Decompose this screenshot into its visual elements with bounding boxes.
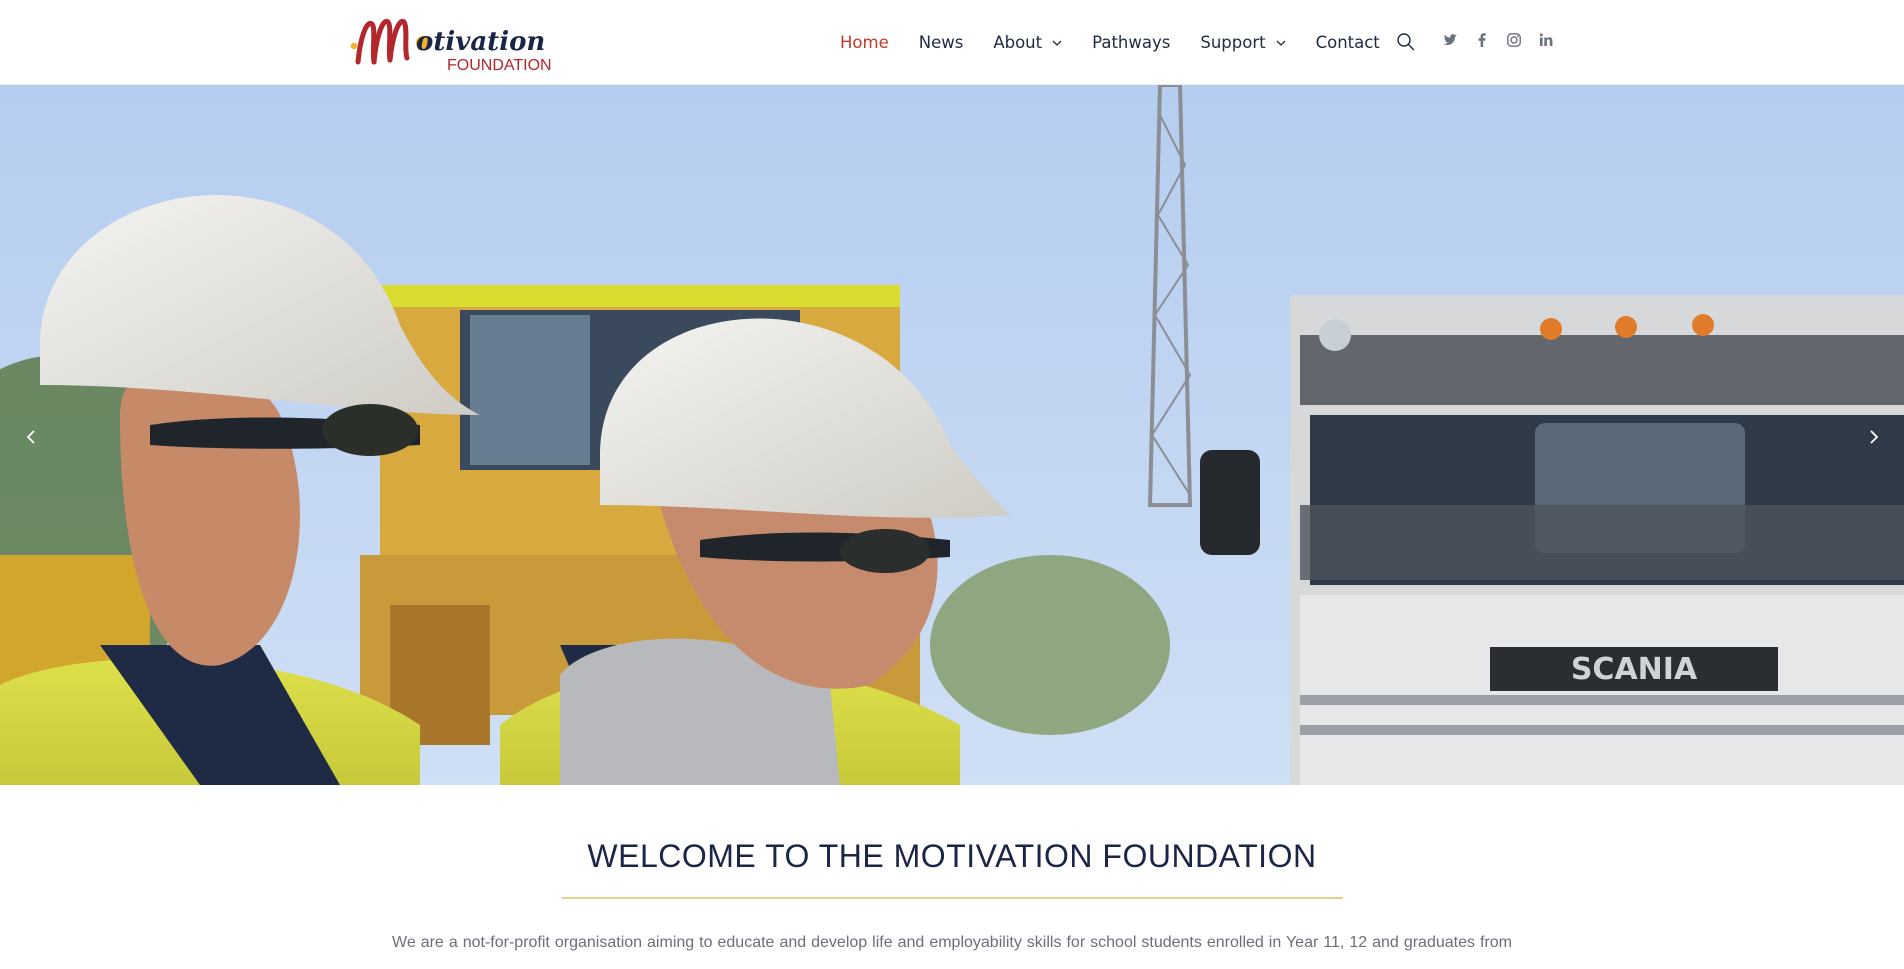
logo-sub: FOUNDATION: [447, 57, 552, 74]
linkedin-icon[interactable]: [1538, 32, 1554, 48]
social-links: [1442, 32, 1554, 48]
chevron-left-icon[interactable]: [19, 425, 43, 449]
intro-paragraph: We are a not-for-profit organisation aim…: [392, 934, 1512, 951]
nav-item-news[interactable]: News: [919, 33, 964, 52]
facebook-icon[interactable]: [1474, 32, 1490, 48]
nav-item-label: Pathways: [1092, 33, 1171, 52]
hero-slider: SCANIA: [0, 85, 1904, 785]
nav-item-home[interactable]: Home: [840, 33, 889, 52]
nav-item-label: Home: [840, 33, 889, 52]
nav-item-label: About: [993, 33, 1043, 52]
truck-badge: SCANIA: [1571, 652, 1698, 687]
nav-item-support[interactable]: Support: [1200, 33, 1286, 52]
nav-item-label: Support: [1200, 33, 1266, 52]
site-logo[interactable]: otivation FOUNDATION: [350, 10, 560, 74]
nav-item-pathways[interactable]: Pathways: [1092, 33, 1170, 52]
instagram-icon[interactable]: [1506, 32, 1522, 48]
search-icon[interactable]: [1396, 32, 1416, 52]
motivation-foundation-logo: otivation FOUNDATION: [350, 19, 552, 74]
chevron-down-icon: [1052, 40, 1062, 46]
title-divider: [562, 897, 1343, 899]
logo-word: otivation: [416, 27, 545, 57]
page-title: WELCOME TO THE MOTIVATION FOUNDATION: [587, 838, 1317, 874]
twitter-icon[interactable]: [1442, 32, 1458, 48]
nav-item-label: News: [918, 33, 964, 52]
chevron-down-icon: [1276, 40, 1286, 46]
nav-item-about[interactable]: About: [993, 33, 1062, 52]
main-nav: Home News About Pathways Support Contact: [840, 0, 1410, 85]
nav-item-label: Contact: [1315, 33, 1380, 52]
chevron-right-icon[interactable]: [1862, 425, 1886, 449]
hero-image: SCANIA: [0, 85, 1904, 785]
site-header: otivation FOUNDATION Home News About Pat…: [0, 0, 1904, 85]
nav-item-contact[interactable]: Contact: [1316, 33, 1380, 52]
